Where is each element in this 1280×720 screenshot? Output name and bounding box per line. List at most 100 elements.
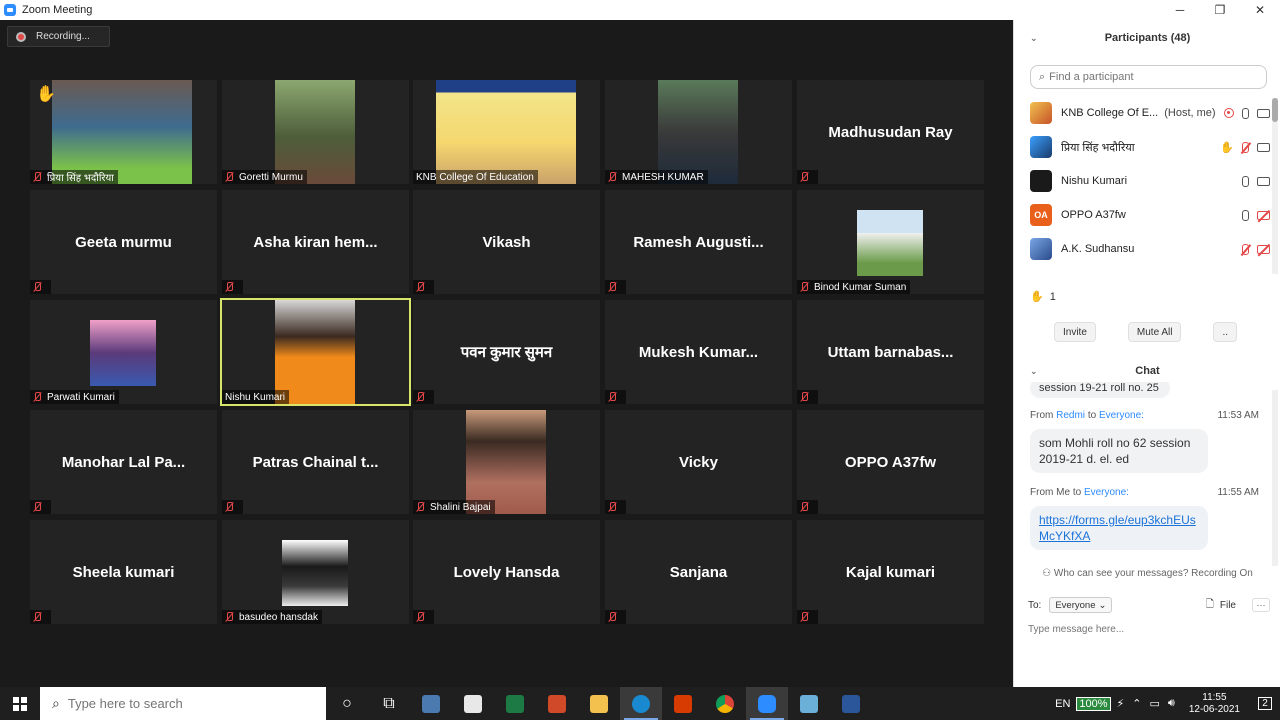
volume-icon[interactable]: 🔊︎ bbox=[1168, 697, 1175, 710]
camera-off-icon[interactable] bbox=[1257, 244, 1270, 254]
collapse-chevron-icon[interactable]: ⌄ bbox=[1030, 366, 1038, 377]
video-tile[interactable]: Goretti Murmu bbox=[222, 80, 409, 184]
network-icon[interactable]: ▭ bbox=[1150, 697, 1160, 710]
video-tile[interactable]: Madhusudan Ray bbox=[797, 80, 984, 184]
taskbar-search-input[interactable] bbox=[67, 696, 308, 711]
app-icon[interactable] bbox=[536, 687, 578, 720]
taskbar-search[interactable]: ⌕ bbox=[40, 687, 326, 720]
office-icon[interactable] bbox=[662, 687, 704, 720]
find-participant-input[interactable] bbox=[1049, 71, 1250, 83]
chevron-down-icon: ⌄ bbox=[1098, 599, 1107, 611]
video-tile[interactable]: KNB College Of Education bbox=[413, 80, 600, 184]
zoom-taskbar-icon[interactable] bbox=[746, 687, 788, 720]
file-button[interactable]: 🗋 File bbox=[1206, 597, 1236, 614]
chat-scrollbar[interactable] bbox=[1272, 390, 1278, 566]
recipient-dropdown[interactable]: Everyone ⌄ bbox=[1049, 597, 1113, 613]
video-tile[interactable]: Geeta murmu bbox=[30, 190, 217, 294]
tile-name-label bbox=[413, 280, 434, 294]
more-options-button[interactable]: .. bbox=[1213, 322, 1238, 342]
video-tile[interactable]: पवन कुमार सुमन bbox=[413, 300, 600, 404]
participant-scrollbar[interactable] bbox=[1272, 98, 1278, 274]
camera-off-icon[interactable] bbox=[1257, 210, 1270, 220]
chat-messages[interactable]: session 19-21 roll no. 25 From Redmi to … bbox=[1014, 382, 1280, 564]
maximize-button[interactable]: ❐ bbox=[1200, 0, 1240, 20]
camera-icon[interactable] bbox=[1257, 176, 1270, 186]
video-tile[interactable]: basudeo hansdak bbox=[222, 520, 409, 624]
tile-name-label: Nishu Kumari bbox=[222, 390, 290, 404]
scrollbar-thumb[interactable] bbox=[1272, 98, 1278, 122]
mic-icon[interactable] bbox=[1242, 175, 1249, 187]
participant-row[interactable]: OA OPPO A37fw bbox=[1030, 198, 1270, 232]
excel-icon[interactable] bbox=[494, 687, 536, 720]
task-view-icon[interactable]: ⧉ bbox=[368, 687, 410, 720]
active-speaker-tile[interactable]: Nishu Kumari bbox=[220, 298, 411, 406]
chat-more-button[interactable]: ··· bbox=[1252, 598, 1270, 612]
tile-name-label: MAHESH KUMAR bbox=[605, 170, 708, 184]
chat-message: som Mohli roll no 62 session 2019-21 d. … bbox=[1030, 429, 1208, 473]
mic-muted-icon[interactable] bbox=[1242, 141, 1249, 153]
video-gallery: Recording... ✋ प्रिया सिंह भदौरिया Goret… bbox=[0, 20, 1013, 687]
video-tile[interactable]: OPPO A37fw bbox=[797, 410, 984, 514]
camera-icon[interactable] bbox=[1257, 108, 1270, 118]
chat-link[interactable]: https://forms.gle/eup3kchEUsMcYKfXA bbox=[1030, 506, 1208, 550]
recording-indicator[interactable]: Recording... bbox=[7, 26, 110, 47]
video-tile[interactable]: Asha kiran hem... bbox=[222, 190, 409, 294]
invite-button[interactable]: Invite bbox=[1054, 322, 1096, 342]
mic-icon[interactable] bbox=[1242, 209, 1249, 221]
participant-video bbox=[436, 80, 576, 184]
video-tile[interactable]: Parwati Kumari bbox=[30, 300, 217, 404]
clock[interactable]: 11:55 12-06-2021 bbox=[1189, 692, 1240, 716]
participant-row[interactable]: Nishu Kumari bbox=[1030, 164, 1270, 198]
participant-name: Uttam barnabas... bbox=[827, 343, 954, 361]
power-icon[interactable]: ⚡ bbox=[1117, 697, 1125, 710]
video-tile[interactable]: Ramesh Augusti... bbox=[605, 190, 792, 294]
who-can-see-messages[interactable]: ⚇ Who can see your messages? Recording O… bbox=[1014, 568, 1280, 579]
side-panel: ⌄ Participants (48) ⌕ KNB College Of E..… bbox=[1013, 20, 1280, 687]
file-explorer-icon[interactable] bbox=[578, 687, 620, 720]
video-tile[interactable]: Kajal kumari bbox=[797, 520, 984, 624]
video-tile[interactable]: MAHESH KUMAR bbox=[605, 80, 792, 184]
participant-avatar bbox=[1030, 136, 1052, 158]
video-tile[interactable]: Uttam barnabas... bbox=[797, 300, 984, 404]
chevron-up-icon[interactable]: ⌃ bbox=[1132, 697, 1141, 710]
video-tile[interactable]: Mukesh Kumar... bbox=[605, 300, 792, 404]
chat-recipient-row: To: Everyone ⌄ 🗋 File ··· bbox=[1028, 596, 1270, 614]
app-icon[interactable] bbox=[788, 687, 830, 720]
app-icon[interactable] bbox=[410, 687, 452, 720]
video-tile[interactable]: Lovely Hansda bbox=[413, 520, 600, 624]
participant-row[interactable]: KNB College Of E... (Host, me) bbox=[1030, 96, 1270, 130]
participant-search[interactable]: ⌕ bbox=[1030, 65, 1267, 89]
edge-icon[interactable] bbox=[620, 687, 662, 720]
video-tile[interactable]: Vikash bbox=[413, 190, 600, 294]
store-icon[interactable] bbox=[452, 687, 494, 720]
mic-muted-icon bbox=[416, 392, 425, 402]
participant-avatar bbox=[90, 320, 156, 386]
mute-all-button[interactable]: Mute All bbox=[1127, 322, 1182, 342]
video-tile[interactable]: Patras Chainal t... bbox=[222, 410, 409, 514]
word-icon[interactable] bbox=[830, 687, 872, 720]
participant-row[interactable]: A.K. Sudhansu bbox=[1030, 232, 1270, 266]
video-tile[interactable]: ✋ प्रिया सिंह भदौरिया bbox=[30, 80, 217, 184]
language-indicator[interactable]: EN bbox=[1055, 698, 1070, 710]
tile-name-label: Shalini Bajpai bbox=[413, 500, 495, 514]
participant-avatar bbox=[857, 210, 923, 276]
video-tile[interactable]: Sanjana bbox=[605, 520, 792, 624]
mic-muted-icon[interactable] bbox=[1242, 243, 1249, 255]
collapse-chevron-icon[interactable]: ⌄ bbox=[1030, 33, 1038, 44]
mic-icon[interactable] bbox=[1242, 107, 1249, 119]
battery-indicator[interactable]: 100% bbox=[1076, 696, 1111, 711]
participant-row[interactable]: प्रिया सिंह भदौरिया ✋ bbox=[1030, 130, 1270, 164]
chat-message-input[interactable] bbox=[1028, 620, 1268, 638]
video-tile[interactable]: Vicky bbox=[605, 410, 792, 514]
notifications-icon[interactable]: 2 bbox=[1250, 697, 1280, 710]
video-tile[interactable]: Shalini Bajpai bbox=[413, 410, 600, 514]
close-button[interactable]: ✕ bbox=[1240, 0, 1280, 20]
video-tile[interactable]: Manohar Lal Pa... bbox=[30, 410, 217, 514]
cortana-icon[interactable]: ○ bbox=[326, 687, 368, 720]
minimize-button[interactable]: ─ bbox=[1160, 0, 1200, 20]
video-tile[interactable]: Sheela kumari bbox=[30, 520, 217, 624]
camera-icon[interactable] bbox=[1257, 142, 1270, 152]
video-tile[interactable]: Binod Kumar Suman bbox=[797, 190, 984, 294]
chrome-icon[interactable] bbox=[704, 687, 746, 720]
start-button[interactable] bbox=[0, 687, 40, 720]
